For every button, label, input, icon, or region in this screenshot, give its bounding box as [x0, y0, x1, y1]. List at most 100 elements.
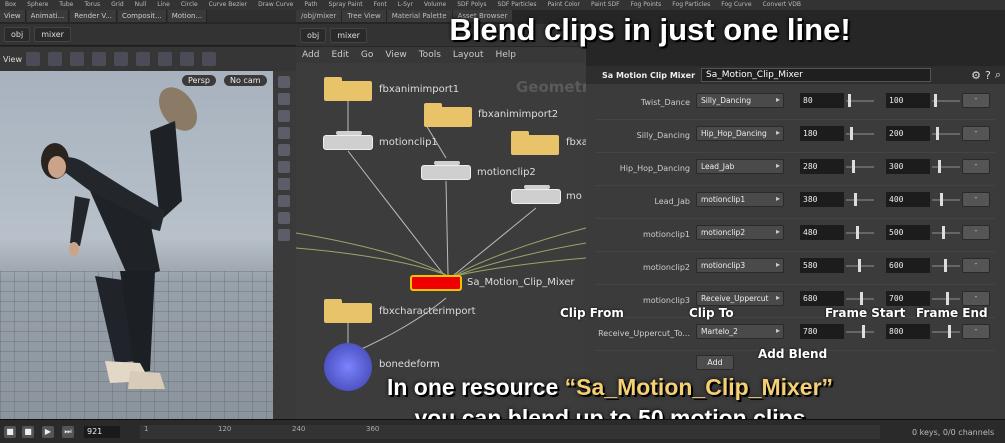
- clip-to-select[interactable]: Silly_Dancing: [696, 93, 784, 108]
- search-icon[interactable]: ⌕: [995, 68, 1005, 82]
- shelf-tool[interactable]: Circle: [176, 0, 204, 10]
- shelf-tool[interactable]: Fog Curve: [716, 0, 757, 10]
- play-icon[interactable]: ▶: [42, 426, 54, 438]
- remove-blend-button[interactable]: -: [962, 192, 990, 207]
- node-fbxanimimport1[interactable]: [324, 77, 372, 101]
- current-frame-field[interactable]: 921: [84, 426, 120, 438]
- shelf-tool[interactable]: Sphere: [22, 0, 54, 10]
- display-icon-1[interactable]: [278, 76, 290, 88]
- menu-edit[interactable]: Edit: [325, 50, 354, 60]
- shelf-tool[interactable]: Path: [299, 0, 323, 10]
- frame-end-slider[interactable]: [932, 199, 960, 201]
- clip-to-select[interactable]: motionclip2: [696, 225, 784, 240]
- render-icon[interactable]: [278, 229, 290, 241]
- menu-tools[interactable]: Tools: [413, 50, 447, 60]
- frame-end-handle[interactable]: [944, 259, 947, 272]
- frame-start-field[interactable]: 380: [800, 192, 844, 207]
- node-motionclip2[interactable]: [421, 161, 471, 180]
- shelf-tool[interactable]: SDF Polys: [452, 0, 492, 10]
- light-icon[interactable]: [278, 127, 290, 139]
- frame-end-slider[interactable]: [932, 331, 960, 333]
- rotate-tool-icon[interactable]: [69, 52, 84, 66]
- network-editor[interactable]: Geometry fbxanimimport1 fbxanimimport2 f…: [296, 63, 586, 419]
- shelf-tool[interactable]: Box: [0, 0, 22, 10]
- frame-start-handle[interactable]: [852, 160, 855, 173]
- stop-icon-2[interactable]: ■: [22, 426, 34, 438]
- frame-start-handle[interactable]: [848, 94, 851, 107]
- node-name-field[interactable]: Sa_Motion_Clip_Mixer: [701, 68, 932, 82]
- shelf-tool[interactable]: Fog Points: [626, 0, 668, 10]
- tab-motion[interactable]: Motion...: [167, 10, 208, 22]
- menu-add[interactable]: Add: [296, 50, 325, 60]
- node-motionclip1[interactable]: [323, 131, 373, 150]
- shelf-tool[interactable]: Line: [152, 0, 176, 10]
- path-root[interactable]: obj: [4, 27, 31, 42]
- clip-to-select[interactable]: Lead_Jab: [696, 159, 784, 174]
- frame-start-slider[interactable]: [846, 166, 874, 168]
- frame-end-handle[interactable]: [940, 193, 943, 206]
- display-icon-2[interactable]: [278, 93, 290, 105]
- frame-end-handle[interactable]: [948, 325, 951, 338]
- grid-icon[interactable]: [278, 195, 290, 207]
- guide-icon[interactable]: [278, 212, 290, 224]
- shading-icon[interactable]: [278, 144, 290, 156]
- shelf-tool[interactable]: Fog Particles: [667, 0, 716, 10]
- frame-end-handle[interactable]: [936, 127, 939, 140]
- display-options-icon[interactable]: [201, 52, 216, 66]
- shelf-tool[interactable]: Font: [369, 0, 393, 10]
- handle-tool-icon[interactable]: [113, 52, 128, 66]
- remove-blend-button[interactable]: -: [962, 225, 990, 240]
- frame-end-slider[interactable]: [932, 166, 960, 168]
- remove-blend-button[interactable]: -: [962, 291, 990, 306]
- tab-animation[interactable]: Animati...: [26, 10, 70, 22]
- frame-end-field[interactable]: 600: [886, 258, 930, 273]
- remove-blend-button[interactable]: -: [962, 324, 990, 339]
- move-tool-icon[interactable]: [47, 52, 62, 66]
- frame-end-field[interactable]: 300: [886, 159, 930, 174]
- frame-end-slider[interactable]: [932, 232, 960, 234]
- tab-view[interactable]: View: [0, 10, 26, 22]
- stop-icon[interactable]: ■: [4, 426, 16, 438]
- node-fbxcharacterimport[interactable]: [324, 299, 372, 323]
- frame-start-field[interactable]: 680: [800, 291, 844, 306]
- shelf-tool[interactable]: Spray Paint: [324, 0, 369, 10]
- frame-start-field[interactable]: 480: [800, 225, 844, 240]
- frame-end-handle[interactable]: [942, 226, 945, 239]
- select-tool-icon[interactable]: [25, 52, 40, 66]
- frame-start-handle[interactable]: [858, 259, 861, 272]
- remove-blend-button[interactable]: -: [962, 93, 990, 108]
- menu-layout[interactable]: Layout: [447, 50, 490, 60]
- clip-to-select[interactable]: motionclip1: [696, 192, 784, 207]
- shelf-tool[interactable]: Draw Curve: [253, 0, 299, 10]
- clip-to-select[interactable]: Martelo_2: [696, 324, 784, 339]
- camera-icon[interactable]: [179, 52, 194, 66]
- tab-composite[interactable]: Composit...: [118, 10, 167, 22]
- bulb-icon[interactable]: [278, 178, 290, 190]
- node-fbxanimimport2[interactable]: [424, 103, 472, 127]
- menu-view[interactable]: View: [379, 50, 412, 60]
- shelf-tool[interactable]: Torus: [79, 0, 106, 10]
- visibility-icon[interactable]: [278, 161, 290, 173]
- remove-blend-button[interactable]: -: [962, 258, 990, 273]
- shelf-tool[interactable]: Paint SDF: [586, 0, 626, 10]
- frame-start-field[interactable]: 80: [800, 93, 844, 108]
- frame-start-slider[interactable]: [846, 331, 874, 333]
- frame-start-field[interactable]: 280: [800, 159, 844, 174]
- shelf-tool[interactable]: Convert VDB: [758, 0, 807, 10]
- frame-end-field[interactable]: 500: [886, 225, 930, 240]
- timeline-ruler[interactable]: 1 120 240 360: [140, 425, 880, 439]
- frame-start-handle[interactable]: [856, 226, 859, 239]
- frame-end-field[interactable]: 200: [886, 126, 930, 141]
- frame-start-handle[interactable]: [860, 292, 863, 305]
- frame-end-handle[interactable]: [938, 160, 941, 173]
- shelf-tool[interactable]: Tube: [54, 0, 79, 10]
- node-motionclip3[interactable]: [511, 185, 561, 204]
- frame-end-field[interactable]: 800: [886, 324, 930, 339]
- remove-blend-button[interactable]: -: [962, 159, 990, 174]
- frame-start-field[interactable]: 780: [800, 324, 844, 339]
- frame-start-field[interactable]: 580: [800, 258, 844, 273]
- path-node[interactable]: mixer: [34, 27, 71, 42]
- menu-go[interactable]: Go: [355, 50, 379, 60]
- frame-start-field[interactable]: 180: [800, 126, 844, 141]
- frame-start-handle[interactable]: [862, 325, 865, 338]
